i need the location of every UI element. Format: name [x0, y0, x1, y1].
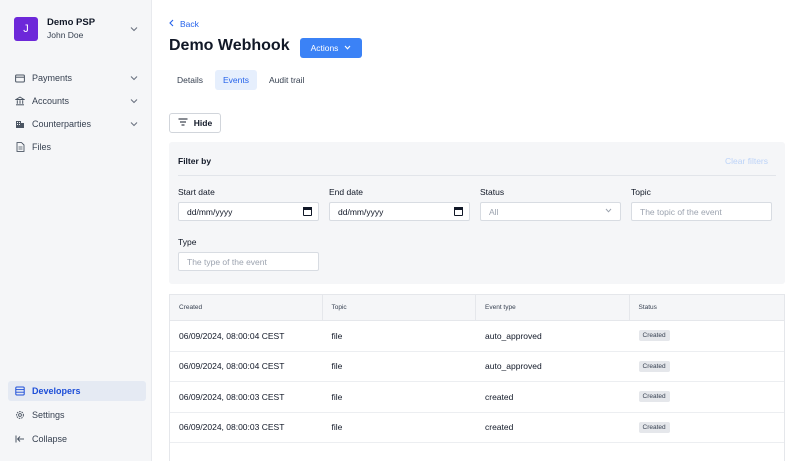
avatar: J	[14, 17, 38, 41]
cell-created: 06/09/2024, 08:00:03 CEST	[179, 422, 285, 433]
sidebar: J Demo PSP John Doe Payments Accounts Co…	[0, 0, 152, 461]
table-header: Created Topic Event type Status	[170, 295, 784, 321]
start-date-input[interactable]: dd/mm/yyyy	[178, 202, 319, 221]
sidebar-item-label: Payments	[32, 73, 73, 83]
column-header-created: Created	[170, 295, 323, 320]
sidebar-item-label: Counterparties	[32, 119, 92, 129]
table-row[interactable]: 06/09/2024, 08:00:04 CEST file auto_appr…	[170, 321, 784, 352]
status-badge: Created	[638, 391, 670, 403]
cell-topic: file	[331, 361, 343, 372]
chevron-down-icon	[130, 25, 138, 34]
hide-label: Hide	[193, 118, 213, 128]
org-name: Demo PSP	[47, 17, 96, 28]
clear-filters-button[interactable]: Clear filters	[725, 156, 768, 166]
tab-events[interactable]: Events	[214, 70, 257, 90]
start-date-value: dd/mm/yyyy	[187, 206, 233, 217]
back-link[interactable]: Back	[169, 19, 199, 29]
chevron-down-icon	[344, 45, 351, 52]
sidebar-item-developers[interactable]: Developers	[8, 381, 146, 401]
chevron-down-icon	[130, 97, 138, 106]
sidebar-item-counterparties[interactable]: Counterparties	[8, 114, 146, 134]
status-value: All	[489, 206, 499, 217]
column-header-event-type: Event type	[476, 295, 630, 320]
cell-event-type: auto_approved	[485, 330, 542, 341]
cell-event-type: auto_approved	[485, 361, 542, 372]
type-label: Type	[178, 237, 197, 247]
sidebar-item-payments[interactable]: Payments	[8, 68, 146, 88]
type-placeholder: The type of the event	[187, 256, 267, 267]
column-header-status: Status	[638, 304, 657, 311]
chevron-down-icon	[130, 120, 138, 129]
sidebar-item-files[interactable]: Files	[8, 137, 146, 157]
org-switcher[interactable]: J Demo PSP John Doe	[10, 12, 144, 46]
topic-placeholder: The topic of the event	[640, 206, 722, 217]
chevron-down-icon	[130, 74, 138, 83]
code-icon	[14, 386, 26, 396]
calendar-icon[interactable]	[303, 207, 312, 216]
filter-lines-icon	[178, 118, 188, 128]
events-table: Created Topic Event type Status 06/09/20…	[169, 294, 785, 461]
topic-label: Topic	[631, 187, 651, 197]
sidebar-item-label: Settings	[32, 410, 65, 420]
status-badge: Created	[638, 421, 670, 433]
cell-topic: file	[331, 330, 343, 341]
table-row[interactable]: 06/09/2024, 08:00:04 CEST file auto_appr…	[170, 352, 784, 382]
table-row[interactable]: 06/09/2024, 08:00:03 CEST file created C…	[170, 382, 784, 413]
end-date-value: dd/mm/yyyy	[338, 206, 384, 217]
sidebar-item-collapse[interactable]: Collapse	[8, 429, 146, 449]
cell-event-type: created	[485, 422, 514, 433]
status-badge: Created	[638, 360, 670, 372]
filter-panel: Filter by Clear filters Start date dd/mm…	[169, 142, 785, 284]
sidebar-item-label: Accounts	[32, 96, 70, 106]
end-date-label: End date	[329, 187, 364, 197]
cell-created: 06/09/2024, 08:00:03 CEST	[179, 391, 285, 402]
hide-filters-button[interactable]: Hide	[169, 113, 221, 133]
start-date-label: Start date	[178, 187, 215, 197]
building-icon	[14, 119, 26, 129]
actions-button[interactable]: Actions	[300, 38, 362, 58]
type-input[interactable]: The type of the event	[178, 252, 319, 271]
bank-icon	[14, 96, 26, 106]
sidebar-item-label: Files	[32, 142, 52, 152]
table-row[interactable]: 06/09/2024, 08:00:03 CEST file created C…	[170, 413, 784, 443]
sidebar-item-accounts[interactable]: Accounts	[8, 91, 146, 111]
collapse-icon	[14, 434, 26, 444]
column-header-topic: Topic	[323, 295, 476, 320]
tab-details[interactable]: Details	[169, 70, 211, 90]
tabs: Details Events Audit trail	[169, 70, 316, 90]
sidebar-item-label: Developers	[32, 386, 81, 396]
card-icon	[14, 74, 26, 83]
end-date-input[interactable]: dd/mm/yyyy	[329, 202, 470, 221]
status-badge: Created	[638, 330, 670, 342]
tab-audit-trail[interactable]: Audit trail	[261, 70, 312, 90]
status-select[interactable]: All	[480, 202, 621, 221]
cell-created: 06/09/2024, 08:00:04 CEST	[179, 330, 285, 341]
back-label: Back	[180, 19, 199, 29]
actions-label: Actions	[310, 43, 339, 53]
cell-topic: file	[331, 391, 343, 402]
calendar-icon[interactable]	[454, 207, 463, 216]
cell-created: 06/09/2024, 08:00:04 CEST	[179, 361, 285, 372]
gear-icon	[14, 410, 26, 420]
sidebar-item-label: Collapse	[32, 434, 68, 444]
divider	[178, 175, 776, 176]
file-icon	[14, 142, 26, 152]
status-label: Status	[480, 187, 505, 197]
sidebar-item-settings[interactable]: Settings	[8, 405, 146, 425]
chevron-down-icon	[605, 208, 612, 215]
cell-topic: file	[331, 422, 343, 433]
cell-event-type: created	[485, 391, 514, 402]
chevron-left-icon	[169, 19, 174, 29]
page-title: Demo Webhook	[169, 37, 290, 54]
user-name: John Doe	[47, 30, 84, 40]
filter-title: Filter by	[178, 156, 212, 166]
topic-input[interactable]: The topic of the event	[631, 202, 772, 221]
